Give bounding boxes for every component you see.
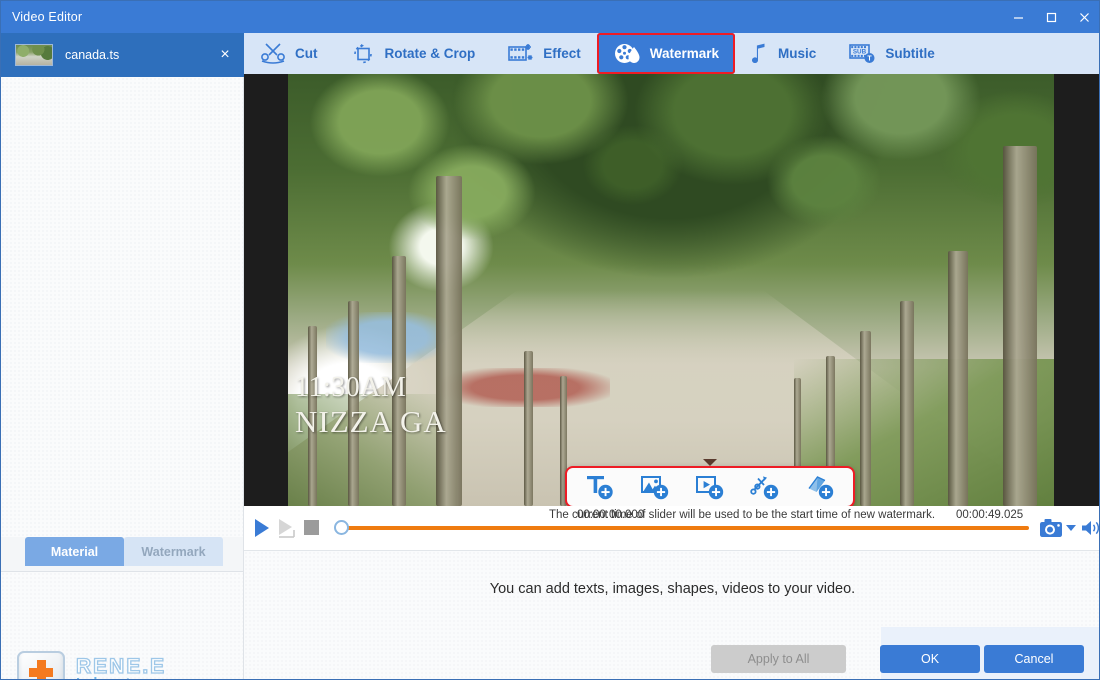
scissors-icon [260,42,286,66]
effect-filmstrip-icon [507,42,534,66]
title-bar: Video Editor [1,1,1099,33]
snapshot-button[interactable] [1039,517,1063,544]
tab-effect-label: Effect [543,46,581,61]
tab-music[interactable]: Music [735,33,832,74]
tab-watermark-label: Watermark [649,46,720,61]
tab-cut-label: Cut [295,46,318,61]
video-scene-trunk [860,331,871,506]
video-frame[interactable]: 11:30AM NIZZA GA [288,74,1054,506]
tab-music-label: Music [778,46,817,61]
window-controls [1002,1,1099,33]
video-overlay-place: NIZZA GA [295,404,447,440]
tab-watermark[interactable]: Watermark [124,537,223,566]
svg-text:SUB: SUB [853,49,867,56]
video-preview-stage: 11:30AM NIZZA GA [244,74,1099,506]
video-scene-trunk [1003,146,1037,506]
video-scene-trunk [948,251,968,506]
apply-to-all-button[interactable]: Apply to All [711,644,846,673]
tab-material[interactable]: Material [25,537,124,566]
play-button[interactable] [253,518,271,543]
tab-rotate-crop[interactable]: Rotate & Crop [334,33,492,74]
video-scene-blue-patch [326,311,449,364]
tab-subtitle-label: Subtitle [885,46,935,61]
seek-bar[interactable] [339,526,1029,530]
player-hint-text: The current time of slider will be used … [548,509,936,521]
stop-button[interactable] [304,520,319,535]
file-thumbnail [15,44,53,66]
keyboard-key-cross-icon [17,651,65,679]
brand-logo: RENE.E Laboratory [17,651,167,679]
snapshot-dropdown-caret-icon[interactable] [1066,525,1076,531]
player-controls: 00:00:00.000 The current time of slider … [244,506,1099,551]
volume-button[interactable] [1080,518,1099,543]
rotate-crop-icon [350,42,376,66]
file-name-label: canada.ts [65,48,120,62]
editor-toolbar: Cut Rotate & Crop Effect Watermark Music… [244,33,1099,74]
watermark-droplet-icon [613,41,641,66]
tab-effect[interactable]: Effect [491,33,597,74]
total-time-label: 00:00:49.025 [956,509,1024,521]
tab-watermark-label: Watermark [141,544,206,559]
add-shape-watermark-button[interactable] [741,470,789,504]
subtitle-icon: SUB T [848,41,876,66]
file-tab-canada[interactable]: canada.ts × [1,33,244,77]
tab-cut[interactable]: Cut [244,33,334,74]
add-mosaic-icon [805,473,835,501]
watermark-hint-text: You can add texts, images, shapes, video… [489,581,856,597]
add-text-watermark-button[interactable] [576,470,624,504]
close-icon[interactable]: × [214,44,236,66]
add-mosaic-watermark-button[interactable] [796,470,844,504]
video-overlay-time: 11:30AM [295,372,407,403]
add-video-watermark-button[interactable] [686,470,734,504]
add-video-icon [695,473,725,501]
video-editor-window: Video Editor canada.ts × Material Waterm… [0,0,1100,680]
video-text-overlay: 11:30AM NIZZA GA [295,371,655,441]
svg-text:T: T [868,55,873,62]
maximize-button[interactable] [1035,1,1068,33]
minimize-button[interactable] [1002,1,1035,33]
left-panel: canada.ts × Material Watermark RENE.E La… [1,33,244,679]
material-list-area [1,77,244,537]
tab-material-label: Material [50,544,99,559]
pause-button[interactable] [277,518,297,543]
footer-actions: Apply to All OK Cancel [244,636,1099,679]
cancel-button[interactable]: Cancel [984,644,1084,673]
add-image-icon [640,473,670,501]
window-title: Video Editor [12,10,83,24]
add-shape-icon [750,473,780,501]
add-watermark-toolbar [565,466,855,506]
left-panel-tabs: Material Watermark [1,537,244,571]
music-note-icon [751,42,769,66]
tab-watermark[interactable]: Watermark [596,33,736,74]
close-button[interactable] [1068,1,1099,33]
brand-name: RENE.E [75,654,167,678]
add-image-watermark-button[interactable] [631,470,679,504]
watermark-panel: You can add texts, images, shapes, video… [244,551,1099,679]
ok-button[interactable]: OK [880,644,980,673]
tab-rotate-crop-label: Rotate & Crop [384,46,476,61]
add-text-icon [585,473,615,501]
video-scene-trunk [900,301,914,506]
tab-subtitle[interactable]: SUB T Subtitle [832,33,951,74]
video-scene-trunk [436,176,462,506]
seek-bar-handle[interactable] [334,520,349,535]
